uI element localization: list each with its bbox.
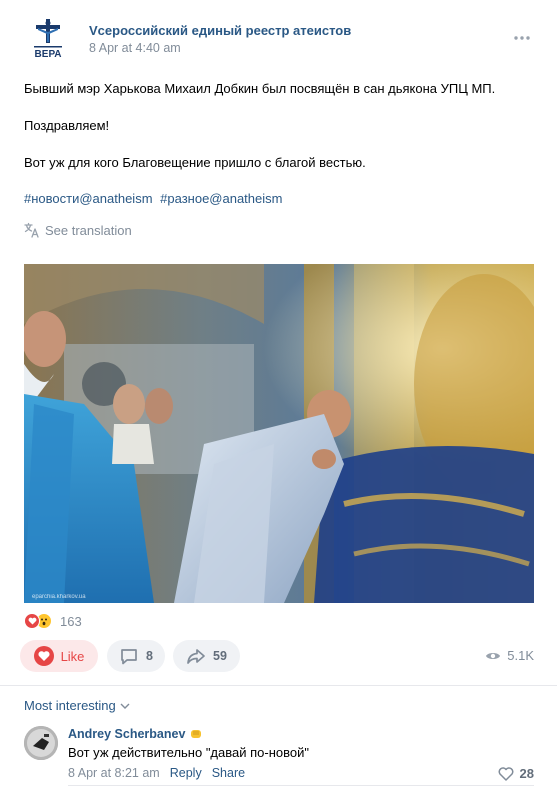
heart-reaction-icon <box>24 613 40 629</box>
sort-label: Most interesting <box>24 698 116 713</box>
comment-like-count: 28 <box>519 766 534 781</box>
share-button[interactable]: 59 <box>173 640 240 672</box>
comment-icon <box>119 646 139 666</box>
commenter-name[interactable]: Andrey Scherbanev <box>68 727 203 741</box>
commenter-name-text: Andrey Scherbanev <box>68 727 186 741</box>
post-card: ВЕРА Vсероссийский единый реестр атеисто… <box>0 0 557 789</box>
reactions-summary[interactable]: 163 <box>24 613 82 629</box>
comment-button[interactable]: 8 <box>107 640 165 672</box>
like-button[interactable]: Like <box>20 640 98 672</box>
commenter-avatar[interactable] <box>24 726 58 760</box>
see-translation-label: See translation <box>45 222 132 238</box>
hashtags: #новости@anatheism #разное@anatheism <box>24 191 286 206</box>
heart-icon <box>33 646 54 666</box>
photo-image: eparchia.kharkov.ua <box>24 264 534 603</box>
post-paragraph: Вот уж для кого Благовещение пришло с бл… <box>24 155 366 170</box>
comment-like-button[interactable]: 28 <box>498 766 534 781</box>
avatar-text: ВЕРА <box>35 49 62 60</box>
share-comment-link[interactable]: Share <box>212 766 245 780</box>
fist-emoji-icon <box>190 728 203 740</box>
post-text: Бывший мэр Харькова Михаил Добкин был по… <box>24 80 534 191</box>
community-avatar[interactable]: ВЕРА <box>24 16 72 64</box>
share-icon <box>186 646 206 666</box>
comment-meta: 8 Apr at 8:21 am Reply Share <box>68 766 255 780</box>
post-photo[interactable]: eparchia.kharkov.ua <box>24 264 534 603</box>
hashtag-link[interactable]: #новости@anatheism <box>24 191 153 206</box>
reply-link[interactable]: Reply <box>170 766 202 780</box>
reactions-count: 163 <box>60 613 82 629</box>
translate-icon <box>24 222 39 238</box>
chevron-down-icon <box>120 703 130 709</box>
crucifix-logo-icon: ВЕРА <box>24 16 72 64</box>
see-translation-link[interactable]: See translation <box>24 222 132 238</box>
views-count: 5.1K <box>507 648 534 663</box>
hashtag-link[interactable]: #разное@anatheism <box>160 191 282 206</box>
post-paragraph: Бывший мэр Харькова Михаил Добкин был по… <box>24 81 496 96</box>
views-counter: 5.1K <box>485 648 534 663</box>
eye-icon <box>485 650 501 662</box>
comments-sort-dropdown[interactable]: Most interesting <box>24 698 130 713</box>
heart-outline-icon <box>498 766 514 781</box>
share-count: 59 <box>213 649 227 663</box>
photo-watermark: eparchia.kharkov.ua <box>32 594 86 600</box>
action-bar: Like 8 59 5.1K <box>20 640 534 672</box>
comment-text: Вот уж действительно "давай по-новой" <box>68 745 309 760</box>
more-options-icon[interactable] <box>510 30 534 46</box>
post-paragraph: Поздравляем! <box>24 118 110 133</box>
comment-item: Andrey Scherbanev Вот уж действительно "… <box>24 726 534 786</box>
post-header: ВЕРА Vсероссийский единый реестр атеисто… <box>24 16 534 64</box>
comment-count: 8 <box>146 649 153 663</box>
divider <box>0 685 557 686</box>
post-author[interactable]: Vсероссийский единый реестр атеистов <box>89 23 351 38</box>
divider <box>68 785 534 786</box>
post-date[interactable]: 8 Apr at 4:40 am <box>89 41 181 55</box>
like-label: Like <box>60 648 85 664</box>
comment-date[interactable]: 8 Apr at 8:21 am <box>68 766 160 780</box>
